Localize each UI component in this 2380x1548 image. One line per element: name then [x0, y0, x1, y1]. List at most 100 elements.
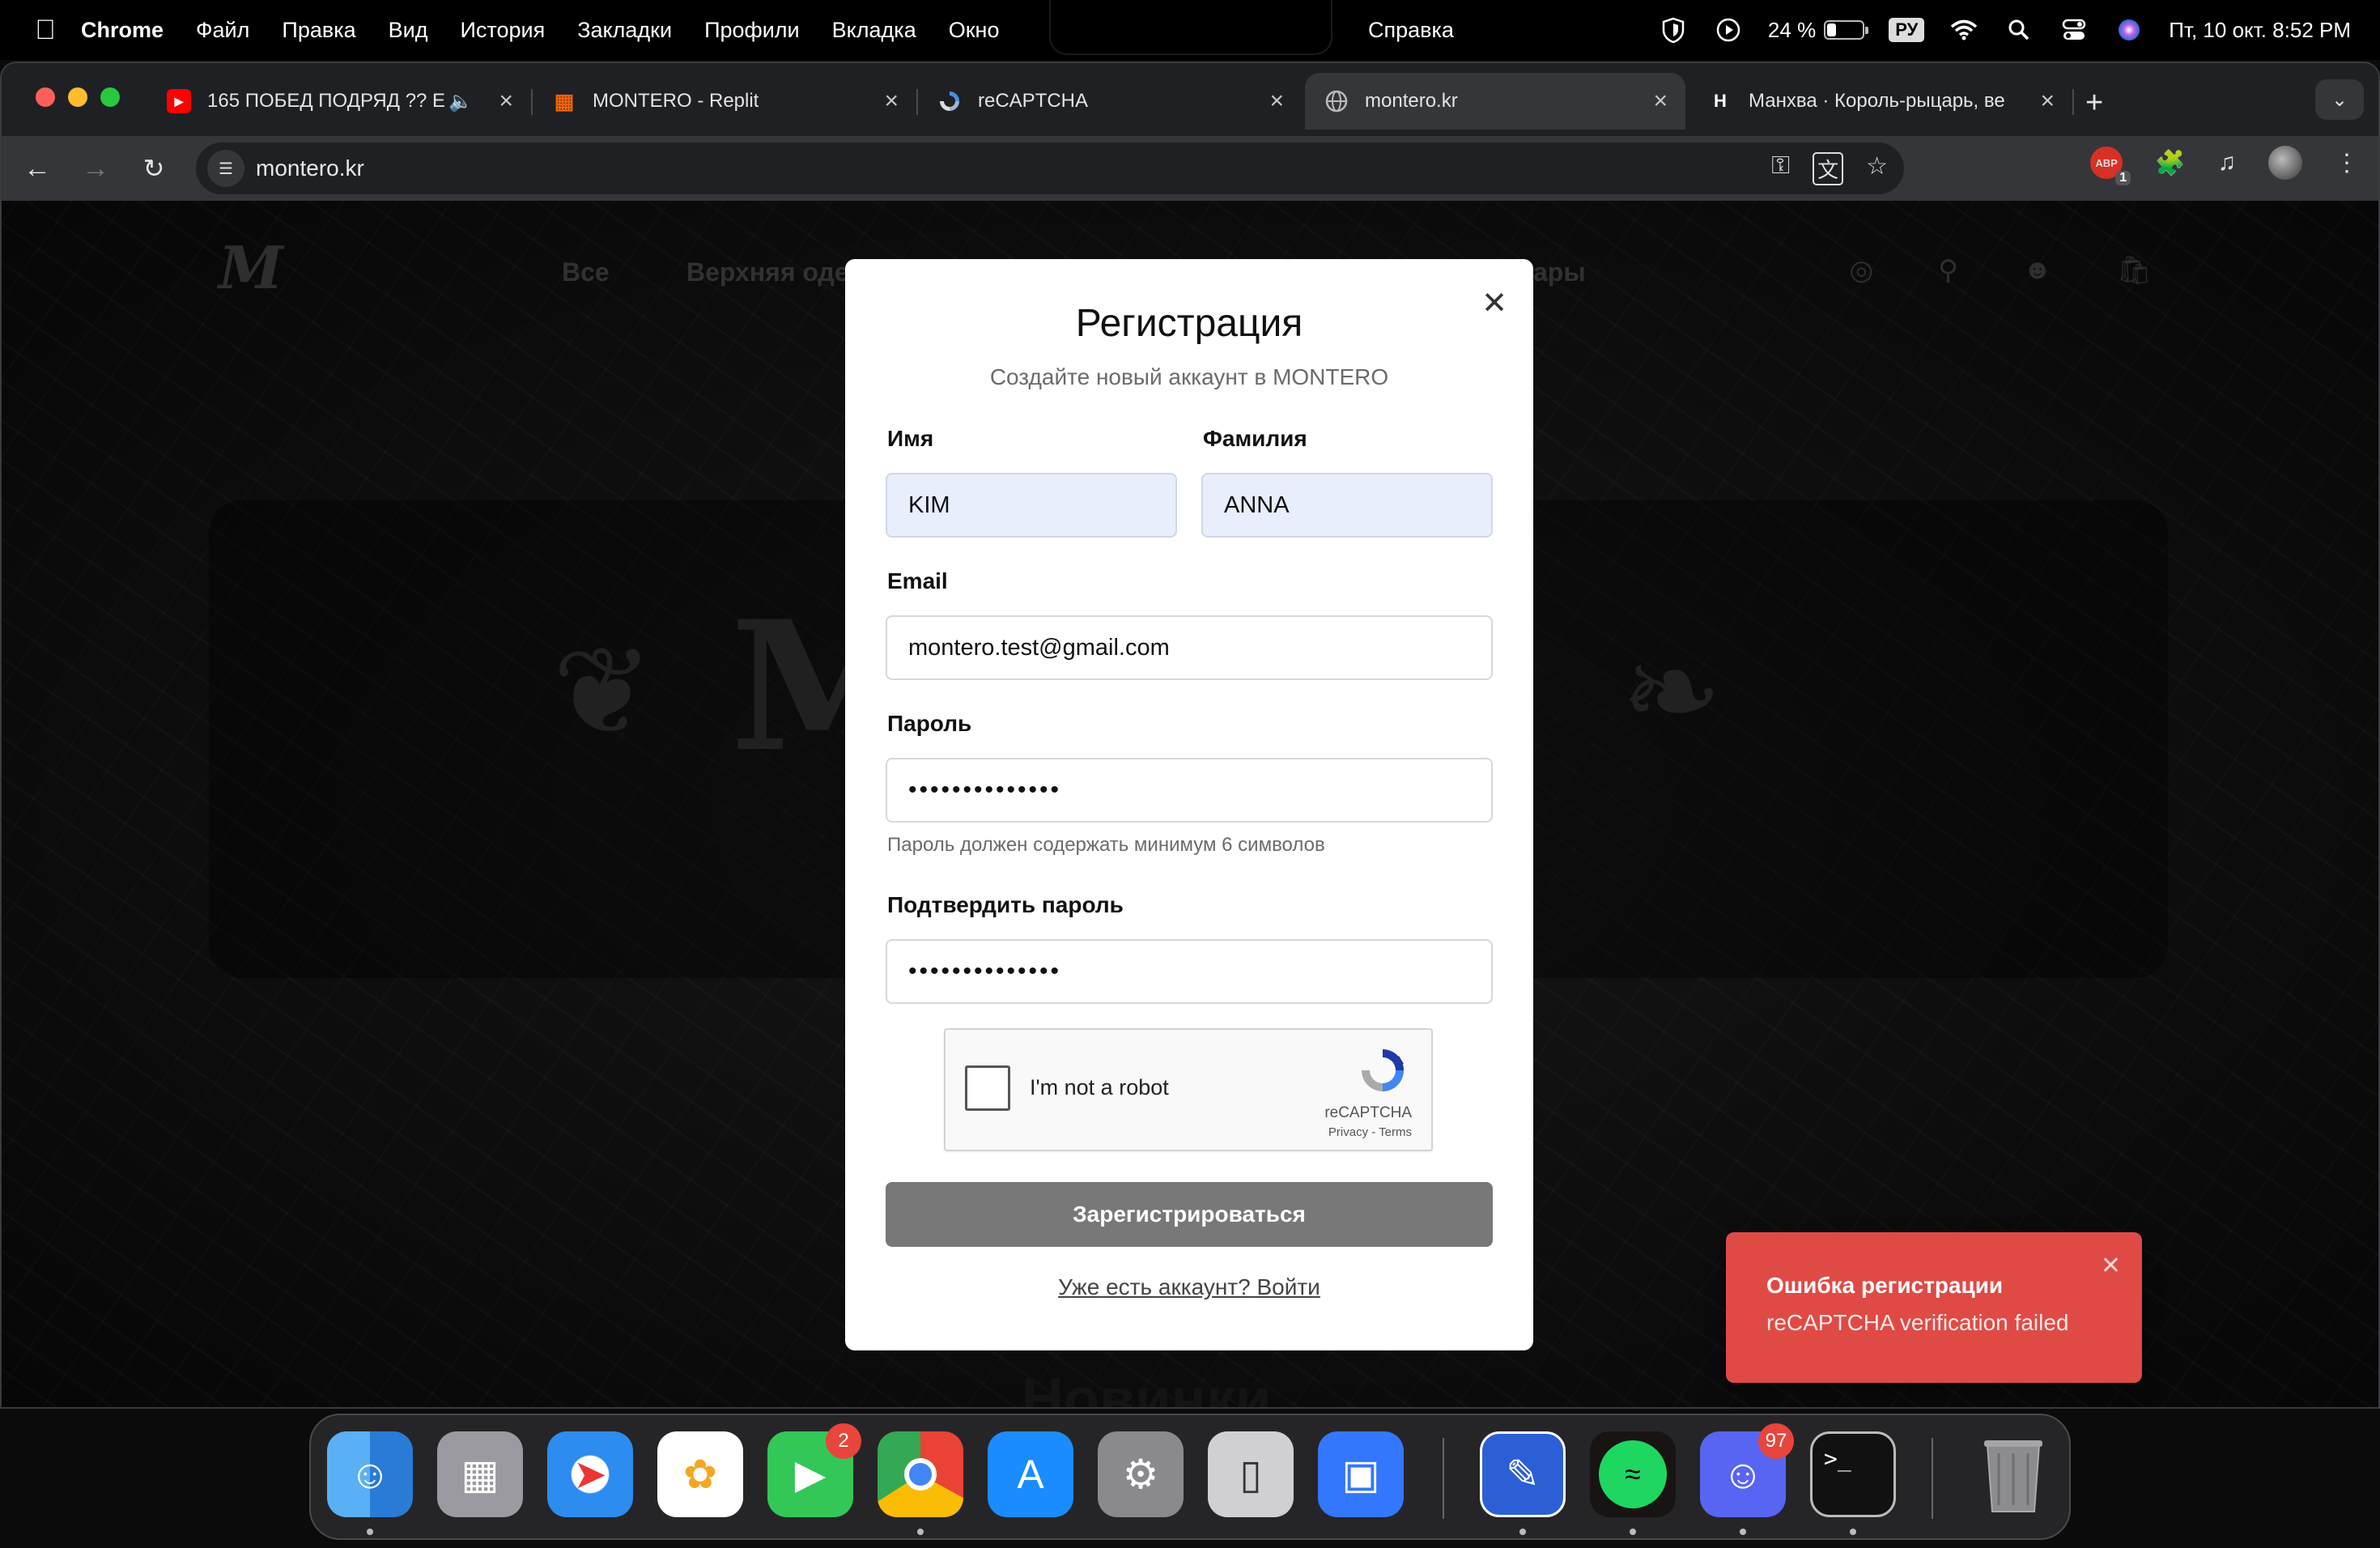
recaptcha-checkbox[interactable]: [965, 1065, 1010, 1111]
battery-percent: 24 %: [1767, 17, 1817, 42]
wifi-icon[interactable]: [1949, 15, 1979, 45]
iphone-mirroring-icon[interactable]: ▯: [1208, 1431, 1294, 1517]
toast-title: Ошибка регистрации: [1766, 1273, 2004, 1298]
safari-icon[interactable]: ➤: [547, 1431, 633, 1517]
password-label: Пароль: [887, 711, 972, 736]
menu-edit[interactable]: Правка: [282, 18, 355, 43]
app-store-icon[interactable]: A: [988, 1431, 1073, 1517]
preview-icon[interactable]: ✎: [1480, 1431, 1566, 1517]
tab-youtube[interactable]: ▶ 165 ПОБЕД ПОДРЯД ?? Е 🔈 ×: [147, 73, 533, 130]
menu-view[interactable]: Вид: [389, 18, 428, 43]
translate-icon[interactable]: 文: [1813, 151, 1844, 185]
recaptcha-logo-icon: [1357, 1044, 1409, 1096]
register-button[interactable]: Зарегистрироваться: [886, 1182, 1493, 1247]
window-controls: [36, 87, 120, 107]
site-settings-icon[interactable]: ☰: [207, 150, 244, 187]
terminal-icon[interactable]: >_: [1810, 1431, 1896, 1517]
adblock-extension-icon[interactable]: ABP 1: [2090, 147, 2131, 185]
more-menu-icon[interactable]: ⋮: [2335, 149, 2359, 177]
recaptcha-privacy-terms-link[interactable]: Privacy - Terms: [1328, 1125, 1412, 1139]
input-language[interactable]: РУ: [1889, 18, 1925, 42]
media-controls-icon[interactable]: ♫: [2218, 149, 2237, 176]
spotlight-search-icon[interactable]: [2004, 15, 2034, 45]
battery-icon: [1824, 20, 1869, 40]
confirm-password-label: Подтвердить пароль: [887, 892, 1124, 917]
toast-message: reCAPTCHA verification failed: [1766, 1310, 2069, 1335]
url-text[interactable]: montero.kr: [256, 155, 364, 181]
back-button[interactable]: ←: [18, 149, 57, 188]
apple-icon[interactable]: : [29, 15, 62, 46]
close-tab-icon[interactable]: ×: [1653, 87, 1668, 115]
password-field[interactable]: ••••••••••••••: [886, 758, 1493, 823]
last-name-field[interactable]: ANNA: [1201, 473, 1493, 538]
running-indicator: [1519, 1529, 1526, 1535]
tab-manhwa[interactable]: H Манхва · Король-рыцарь, ве ×: [1689, 73, 2074, 130]
menu-tab[interactable]: Вкладка: [832, 18, 916, 43]
zoom-window-button[interactable]: [100, 87, 120, 107]
forward-button[interactable]: →: [76, 149, 115, 188]
menu-history[interactable]: История: [460, 18, 545, 43]
menu-bookmarks[interactable]: Закладки: [577, 18, 672, 43]
email-field[interactable]: montero.test@gmail.com: [886, 615, 1493, 680]
battery-level: [1827, 23, 1837, 36]
tab-search-button[interactable]: ⌄: [2315, 79, 2364, 120]
finder-icon[interactable]: ☺: [327, 1431, 413, 1517]
confirm-password-field[interactable]: ••••••••••••••: [886, 939, 1493, 1004]
tab-title: 165 ПОБЕД ПОДРЯД ?? Е: [207, 90, 446, 112]
tab-recaptcha[interactable]: reCAPTCHA ×: [918, 73, 1302, 130]
tab-strip: ▶ 165 ПОБЕД ПОДРЯД ?? Е 🔈 × ▦ MONTERO - …: [2, 63, 2378, 136]
roblox-icon[interactable]: ▣: [1318, 1431, 1404, 1517]
discord-icon[interactable]: ☺ 97: [1700, 1423, 1794, 1517]
running-indicator: [367, 1529, 373, 1535]
spotify-icon[interactable]: ≈: [1590, 1431, 1676, 1517]
trash-icon[interactable]: [1970, 1431, 2056, 1517]
modal-title: Регистрация: [1075, 302, 1303, 345]
bookmark-star-icon[interactable]: ☆: [1866, 152, 1888, 185]
control-center-icon[interactable]: [2059, 15, 2089, 45]
reload-button[interactable]: ↻: [134, 149, 173, 188]
first-name-label: Имя: [887, 426, 934, 451]
email-label: Email: [887, 568, 948, 593]
close-tab-icon[interactable]: ×: [2040, 87, 2055, 115]
chevron-down-icon: ⌄: [2331, 88, 2348, 111]
close-window-button[interactable]: [36, 87, 55, 107]
camera-notch: [1049, 0, 1332, 55]
address-bar[interactable]: ☰ montero.kr ⚿ 文 ☆: [196, 142, 1904, 194]
chrome-icon[interactable]: [878, 1431, 963, 1517]
menu-window[interactable]: Окно: [949, 18, 1000, 43]
tab-replit[interactable]: ▦ MONTERO - Replit ×: [533, 73, 918, 130]
menu-help[interactable]: Справка: [1368, 18, 1454, 43]
tab-montero[interactable]: montero.kr ×: [1305, 73, 1685, 130]
speaker-icon[interactable]: 🔈: [448, 90, 473, 113]
dock-divider: [1932, 1438, 1933, 1519]
play-icon[interactable]: [1713, 15, 1744, 45]
first-name-field[interactable]: KIM: [886, 473, 1177, 538]
status-area: 24 % РУ Пт, 10 окт. 8:52 PM: [1658, 0, 2351, 60]
close-toast-icon[interactable]: ✕: [2101, 1252, 2121, 1280]
launchpad-icon[interactable]: ▦: [437, 1431, 523, 1517]
profile-avatar[interactable]: [2268, 146, 2302, 180]
close-tab-icon[interactable]: ×: [884, 87, 899, 115]
clock[interactable]: Пт, 10 окт. 8:52 PM: [2169, 18, 2351, 43]
discord-badge: 97: [1758, 1423, 1794, 1459]
battery-indicator[interactable]: 24 %: [1767, 17, 1869, 43]
new-tab-button[interactable]: +: [2085, 86, 2103, 121]
minimize-window-button[interactable]: [68, 87, 87, 107]
login-link[interactable]: Уже есть аккаунт? Войти: [845, 1274, 1533, 1300]
photos-icon[interactable]: ✿: [657, 1431, 743, 1517]
menu-profiles[interactable]: Профили: [704, 18, 800, 43]
system-settings-icon[interactable]: ⚙: [1098, 1431, 1184, 1517]
last-name-label: Фамилия: [1203, 426, 1307, 451]
siri-icon[interactable]: [2114, 15, 2144, 45]
menu-file[interactable]: Файл: [196, 18, 249, 43]
extensions-puzzle-icon[interactable]: 🧩: [2155, 149, 2185, 177]
facetime-icon[interactable]: ▶ 2: [767, 1423, 861, 1517]
menu-app-name[interactable]: Chrome: [81, 18, 164, 43]
password-key-icon[interactable]: ⚿: [1771, 152, 1790, 185]
tab-title: reCAPTCHA: [978, 90, 1089, 112]
password-hint: Пароль должен содержать минимум 6 символ…: [887, 834, 1325, 856]
shield-icon[interactable]: [1658, 15, 1689, 45]
close-tab-icon[interactable]: ×: [1269, 87, 1284, 115]
close-tab-icon[interactable]: ×: [499, 87, 513, 115]
facetime-badge: 2: [826, 1423, 861, 1459]
